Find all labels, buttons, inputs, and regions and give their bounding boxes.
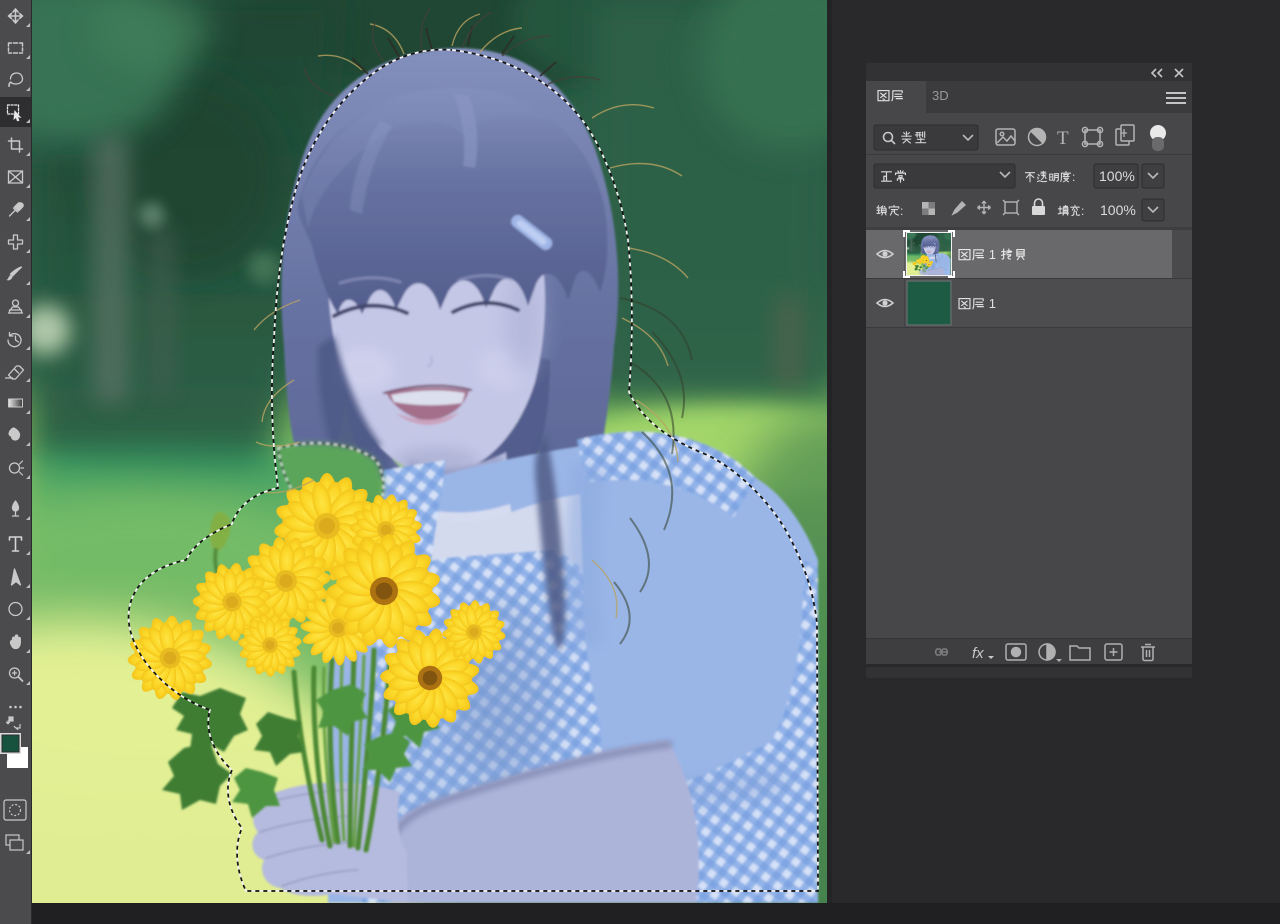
svg-text:100%: 100% <box>1099 168 1135 184</box>
svg-text:T: T <box>1057 128 1069 149</box>
svg-text:fx: fx <box>972 645 984 662</box>
svg-text:100%: 100% <box>1100 202 1136 218</box>
